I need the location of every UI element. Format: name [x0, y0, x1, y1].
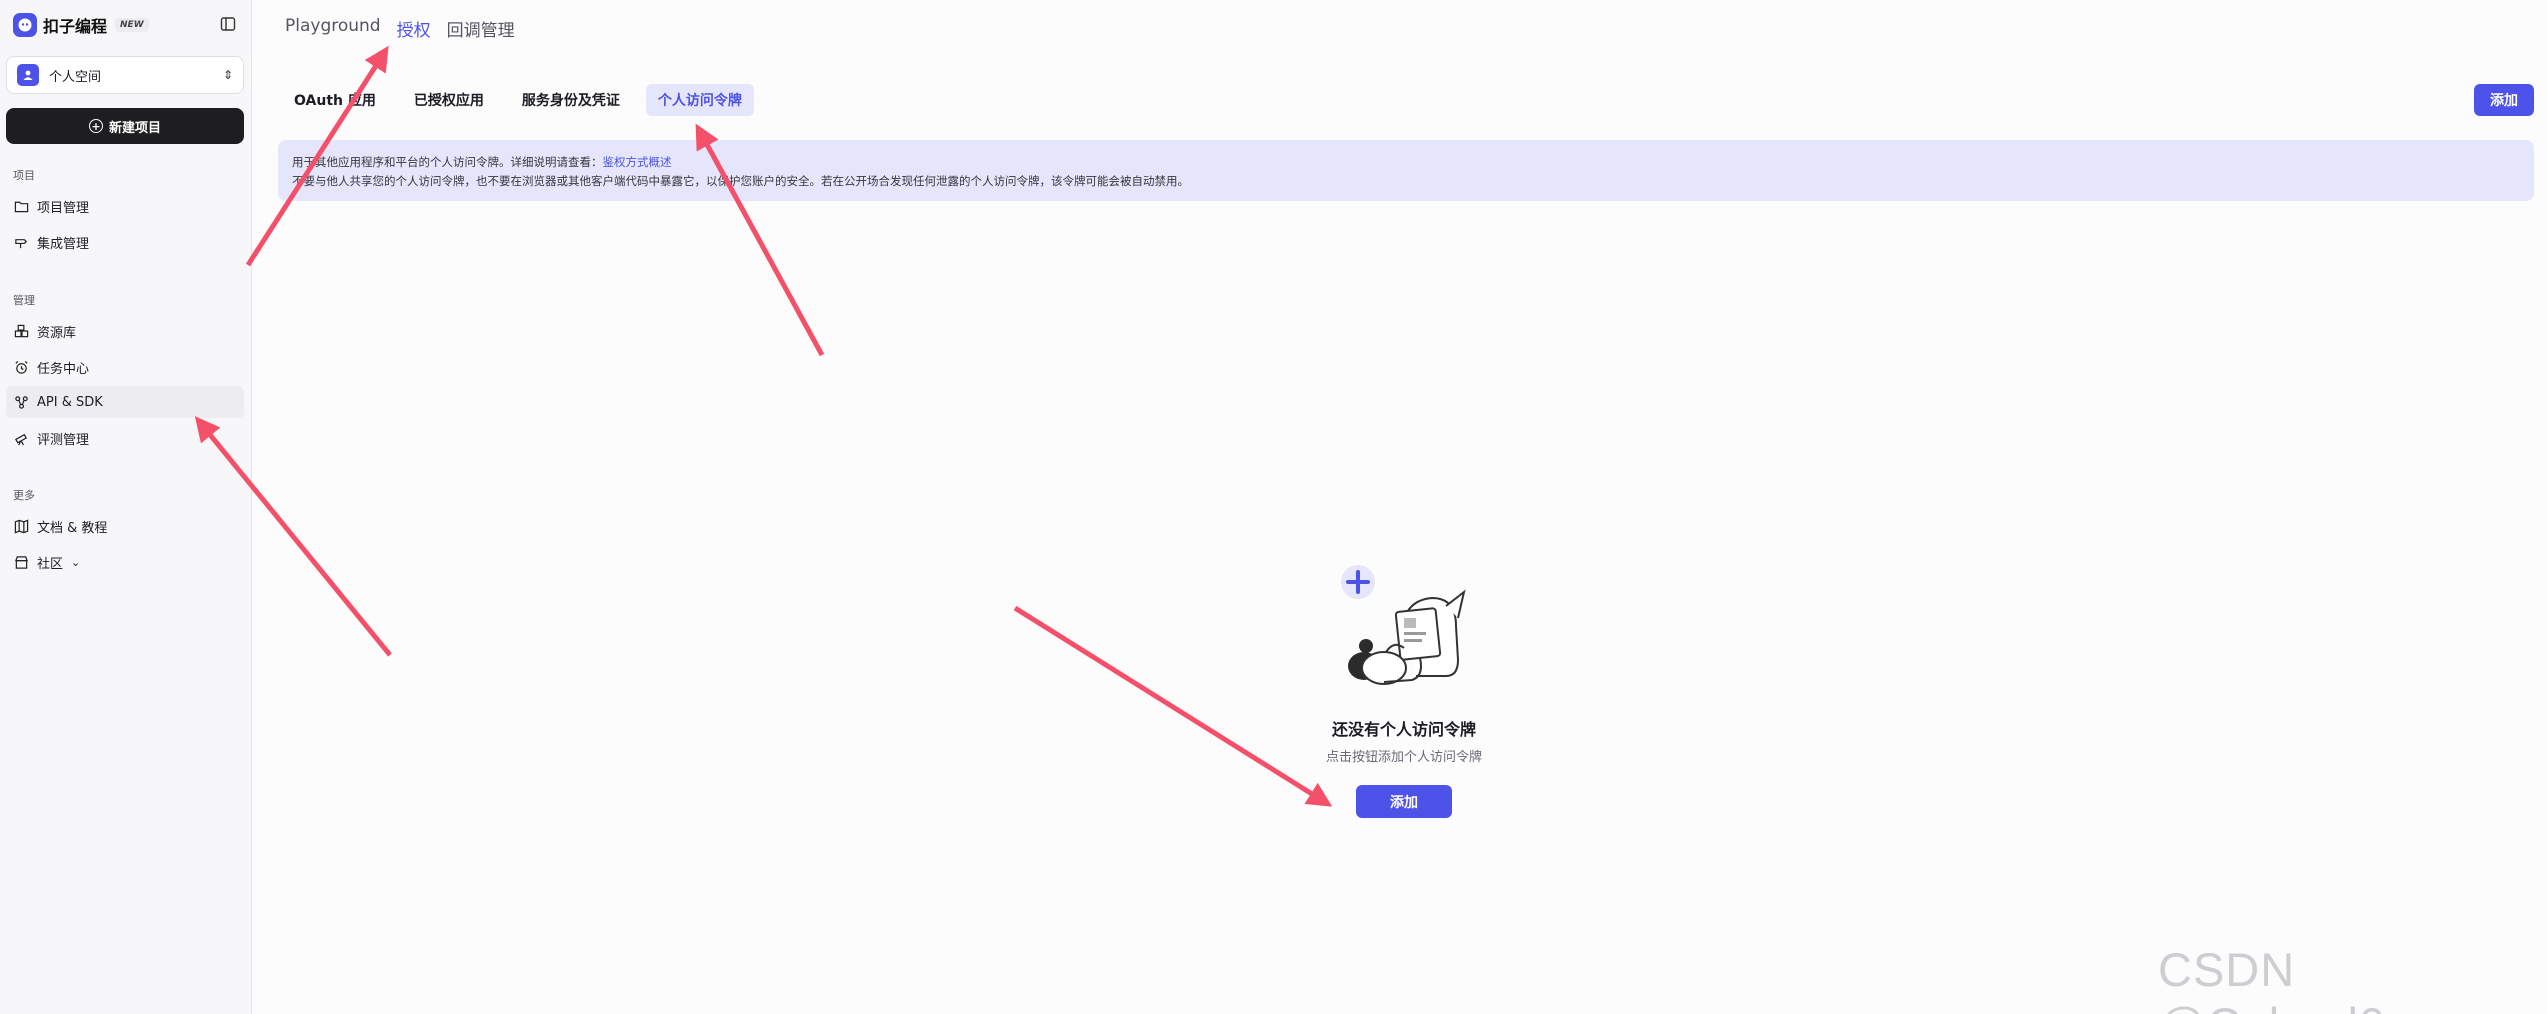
sidebar-item-task-center[interactable]: 任务中心	[6, 351, 244, 383]
section-title-more: 更多	[13, 489, 35, 502]
community-icon	[13, 554, 29, 570]
tab-callback[interactable]: 回调管理	[447, 16, 515, 41]
subtab-service-identity[interactable]: 服务身份及凭证	[510, 84, 632, 116]
chevron-up-down-icon: ⇕	[222, 68, 233, 82]
brand-name: 扣子编程	[43, 17, 108, 36]
notice-line-2: 不要与他人共享您的个人访问令牌，也不要在浏览器或其他客户端代码中暴露它，以保护您…	[292, 174, 1189, 188]
new-project-button[interactable]: + 新建项目	[6, 108, 244, 144]
empty-subtitle: 点击按钮添加个人访问令牌	[1325, 750, 1482, 765]
folder-icon	[13, 198, 29, 214]
sidebar-item-library[interactable]: 资源库	[6, 315, 244, 347]
sidebar-item-community[interactable]: 社区 ⌄	[6, 546, 244, 578]
subtab-authorized-apps[interactable]: 已授权应用	[402, 84, 496, 116]
notice-text: 用于其他应用程序和平台的个人访问令牌。详细说明请查看：	[292, 155, 603, 169]
book-map-icon	[13, 518, 29, 534]
sidebar-collapse-icon[interactable]	[218, 14, 238, 34]
section-title-manage: 管理	[13, 294, 35, 307]
sidebar: 扣子编程 NEW 个人空间 ⇕ + 新建项目 项目 项目管理 集成管理 管理 资…	[0, 0, 252, 1014]
sidebar-item-label: 社区	[37, 556, 64, 572]
library-icon	[13, 323, 29, 339]
empty-state: 还没有个人访问令牌 点击按钮添加个人访问令牌 添加	[1254, 548, 1554, 818]
sidebar-item-label: 评测管理	[37, 432, 90, 448]
empty-illustration-icon	[1324, 548, 1484, 708]
sidebar-item-label: 集成管理	[37, 236, 90, 252]
sidebar-item-api-sdk[interactable]: API & SDK	[6, 386, 244, 418]
alarm-clock-icon	[13, 359, 29, 375]
tab-playground[interactable]: Playground	[285, 16, 381, 41]
plus-circle-icon: +	[88, 119, 103, 133]
space-selector[interactable]: 个人空间 ⇕	[6, 56, 244, 94]
new-badge: NEW	[115, 18, 149, 32]
watermark: CSDN @Calvad0s	[2158, 943, 2410, 1014]
sub-tabs: OAuth 应用 已授权应用 服务身份及凭证 个人访问令牌	[282, 84, 768, 116]
brand[interactable]: 扣子编程 NEW	[13, 12, 149, 38]
sidebar-item-label: 任务中心	[37, 361, 90, 377]
add-button[interactable]: 添加	[2474, 84, 2534, 116]
header-tabs: Playground 授权 回调管理	[285, 16, 531, 41]
empty-title: 还没有个人访问令牌	[1331, 720, 1476, 739]
sidebar-item-integration[interactable]: 集成管理	[6, 226, 244, 258]
auth-overview-link[interactable]: 鉴权方式概述	[603, 155, 672, 169]
space-label: 个人空间	[49, 69, 102, 85]
info-notice: 用于其他应用程序和平台的个人访问令牌。详细说明请查看：鉴权方式概述 不要与他人共…	[278, 140, 2534, 201]
integration-icon	[13, 234, 29, 250]
telescope-icon	[13, 430, 29, 446]
subtab-personal-access-token[interactable]: 个人访问令牌	[645, 84, 754, 116]
sidebar-item-label: 资源库	[37, 325, 77, 341]
sidebar-item-evaluation[interactable]: 评测管理	[6, 422, 244, 454]
brand-logo-icon	[13, 13, 37, 37]
sidebar-item-label: 项目管理	[37, 200, 90, 216]
sidebar-item-label: API & SDK	[37, 394, 103, 410]
user-icon	[17, 64, 39, 86]
subtab-oauth-apps[interactable]: OAuth 应用	[282, 84, 388, 116]
notice-line-1: 用于其他应用程序和平台的个人访问令牌。详细说明请查看：鉴权方式概述	[292, 153, 2520, 172]
add-token-button[interactable]: 添加	[1356, 785, 1452, 818]
tab-authorization[interactable]: 授权	[397, 16, 431, 41]
section-title-project: 项目	[13, 169, 35, 182]
chevron-down-icon[interactable]: ⌄	[71, 556, 80, 569]
new-project-label: 新建项目	[108, 120, 161, 136]
sidebar-item-docs[interactable]: 文档 & 教程	[6, 510, 244, 542]
api-icon	[13, 394, 29, 410]
sidebar-item-label: 文档 & 教程	[37, 520, 108, 536]
sidebar-item-project-management[interactable]: 项目管理	[6, 190, 244, 222]
